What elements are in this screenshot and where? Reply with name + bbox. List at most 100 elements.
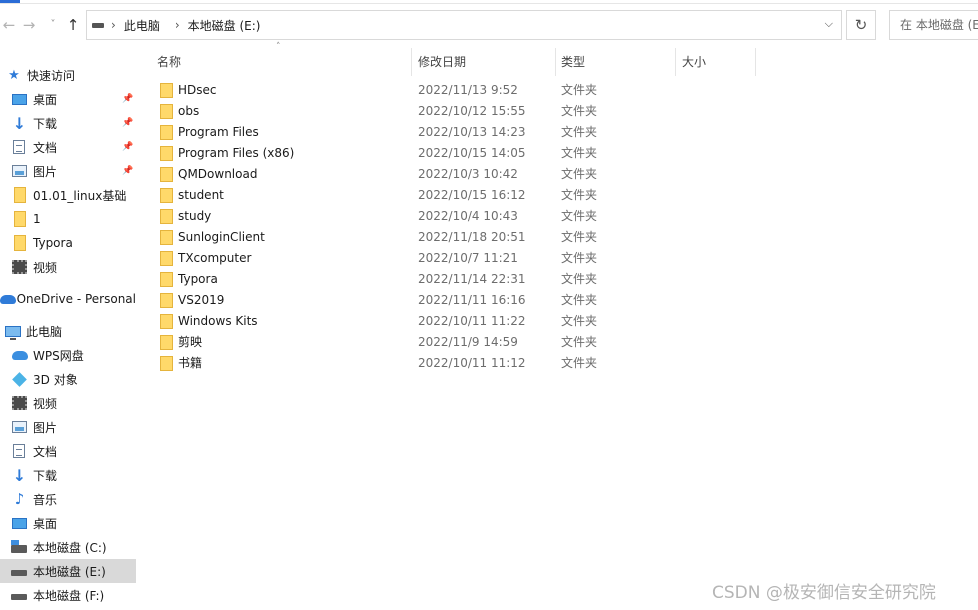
nav-item-pictures-pc[interactable]: 图片 <box>0 415 136 439</box>
nav-item-documents-pc[interactable]: 文档 <box>0 439 136 463</box>
nav-label: 文档 <box>33 140 58 155</box>
file-name: Windows Kits <box>178 314 258 328</box>
file-name: Typora <box>178 272 218 286</box>
file-row[interactable]: Windows Kits 2022/10/11 11:22 文件夹 <box>150 311 770 332</box>
up-arrow-icon[interactable]: ↑ <box>64 14 82 36</box>
nav-label: 1 <box>33 212 41 226</box>
file-date: 2022/10/3 10:42 <box>418 167 518 181</box>
nav-item-linux-basics[interactable]: 01.01_linux基础 <box>0 183 136 207</box>
file-name: VS2019 <box>178 293 225 307</box>
file-row[interactable]: Program Files 2022/10/13 14:23 文件夹 <box>150 122 770 143</box>
nav-item-pictures[interactable]: 图片 📌 <box>0 159 136 183</box>
file-row[interactable]: VS2019 2022/11/11 16:16 文件夹 <box>150 290 770 311</box>
folder-icon <box>160 167 173 182</box>
file-date: 2022/10/13 14:23 <box>418 125 526 139</box>
quick-access-star-icon: ★ <box>8 67 20 83</box>
refresh-button[interactable]: ↻ <box>846 10 876 40</box>
file-row[interactable]: TXcomputer 2022/10/7 11:21 文件夹 <box>150 248 770 269</box>
pin-icon: 📌 <box>122 94 134 104</box>
video-icon <box>12 260 27 274</box>
file-date: 2022/10/7 11:21 <box>418 251 518 265</box>
folder-icon <box>160 335 173 350</box>
column-divider[interactable] <box>411 48 412 76</box>
file-type: 文件夹 <box>561 251 598 265</box>
nav-label: 下载 <box>33 468 58 483</box>
file-row[interactable]: study 2022/10/4 10:43 文件夹 <box>150 206 770 227</box>
file-name: 书籍 <box>178 356 203 370</box>
file-row[interactable]: QMDownload 2022/10/3 10:42 文件夹 <box>150 164 770 185</box>
forward-arrow-icon[interactable]: → <box>20 14 38 36</box>
nav-item-drive-e[interactable]: 本地磁盘 (E:) <box>0 559 136 583</box>
drive-c-icon <box>11 540 27 553</box>
column-header-size[interactable]: 大小 <box>682 50 752 76</box>
nav-item-videos-quick[interactable]: 视频 <box>0 255 136 279</box>
file-row[interactable]: HDsec 2022/11/13 9:52 文件夹 <box>150 80 770 101</box>
address-bar[interactable]: › 此电脑 › 本地磁盘 (E:) ⌵ <box>86 10 842 40</box>
nav-item-wps-cloud[interactable]: WPS网盘 <box>0 343 136 367</box>
file-row[interactable]: obs 2022/10/12 15:55 文件夹 <box>150 101 770 122</box>
nav-item-folder-1[interactable]: 1 <box>0 207 136 231</box>
download-icon: ↓ <box>12 113 27 133</box>
nav-item-typora[interactable]: Typora <box>0 231 136 255</box>
nav-label: 3D 对象 <box>33 372 78 387</box>
file-row[interactable]: SunloginClient 2022/11/18 20:51 文件夹 <box>150 227 770 248</box>
nav-item-videos[interactable]: 视频 <box>0 391 136 415</box>
nav-item-desktop-pc[interactable]: 桌面 <box>0 511 136 535</box>
breadcrumb-separator-icon[interactable]: › <box>111 18 116 32</box>
nav-item-drive-c[interactable]: 本地磁盘 (C:) <box>0 535 136 559</box>
folder-icon <box>160 251 173 266</box>
document-icon <box>13 444 25 458</box>
file-name: obs <box>178 104 200 118</box>
nav-quick-access[interactable]: ★ 快速访问 <box>0 63 136 87</box>
file-date: 2022/11/11 16:16 <box>418 293 526 307</box>
desktop-icon <box>12 93 27 105</box>
csdn-watermark: CSDN @极安御信安全研究院 <box>712 583 936 603</box>
nav-item-documents[interactable]: 文档 📌 <box>0 135 136 159</box>
column-divider[interactable] <box>755 48 756 76</box>
folder-icon <box>14 211 26 227</box>
picture-icon <box>12 421 27 433</box>
recent-locations-chevron-icon[interactable]: ˅ <box>44 14 62 36</box>
file-type: 文件夹 <box>561 83 598 97</box>
file-name: study <box>178 209 212 223</box>
file-row[interactable]: 书籍 2022/10/11 11:12 文件夹 <box>150 353 770 374</box>
nav-label: 文档 <box>33 444 58 459</box>
nav-item-3d-objects[interactable]: 3D 对象 <box>0 367 136 391</box>
nav-this-pc[interactable]: 此电脑 <box>0 319 136 343</box>
nav-item-desktop[interactable]: 桌面 📌 <box>0 87 136 111</box>
file-row[interactable]: 剪映 2022/11/9 14:59 文件夹 <box>150 332 770 353</box>
file-name: HDsec <box>178 83 217 97</box>
file-row[interactable]: Program Files (x86) 2022/10/15 14:05 文件夹 <box>150 143 770 164</box>
column-header-date[interactable]: 修改日期 <box>418 50 548 76</box>
column-divider[interactable] <box>675 48 676 76</box>
folder-icon <box>160 230 173 245</box>
nav-label: 图片 <box>33 420 58 435</box>
file-date: 2022/10/15 14:05 <box>418 146 526 160</box>
nav-item-downloads-pc[interactable]: ↓ 下载 <box>0 463 136 487</box>
nav-item-music[interactable]: ♪ 音乐 <box>0 487 136 511</box>
file-row[interactable]: Typora 2022/11/14 22:31 文件夹 <box>150 269 770 290</box>
column-divider[interactable] <box>555 48 556 76</box>
column-header-type[interactable]: 类型 <box>561 50 671 76</box>
file-type: 文件夹 <box>561 167 598 181</box>
nav-label: 下载 <box>33 116 58 131</box>
nav-item-drive-f[interactable]: 本地磁盘 (F:) <box>0 583 136 607</box>
breadcrumb-drive-e[interactable]: 本地磁盘 (E:) <box>188 17 261 34</box>
this-pc-icon <box>5 325 21 340</box>
file-row[interactable]: student 2022/10/15 16:12 文件夹 <box>150 185 770 206</box>
back-arrow-icon[interactable]: ← <box>0 14 18 36</box>
nav-label: 此电脑 <box>26 324 63 339</box>
nav-item-downloads[interactable]: ↓ 下载 📌 <box>0 111 136 135</box>
navigation-pane: ★ 快速访问 桌面 📌 ↓ 下载 📌 文档 📌 图片 📌 01.01_linux… <box>0 62 138 610</box>
search-input[interactable]: 在 本地磁盘 (E:) <box>889 10 978 40</box>
breadcrumb-this-pc[interactable]: 此电脑 <box>124 17 160 34</box>
nav-label: 视频 <box>33 396 58 411</box>
drive-icon <box>11 594 27 600</box>
nav-label: 01.01_linux基础 <box>33 188 127 203</box>
address-dropdown-chevron-icon[interactable]: ⌵ <box>825 17 833 31</box>
nav-onedrive[interactable]: OneDrive - Personal <box>0 287 136 311</box>
column-header-name[interactable]: 名称 <box>157 50 407 76</box>
breadcrumb-separator-icon[interactable]: › <box>175 18 180 32</box>
folder-icon <box>160 314 173 329</box>
file-type: 文件夹 <box>561 272 598 286</box>
